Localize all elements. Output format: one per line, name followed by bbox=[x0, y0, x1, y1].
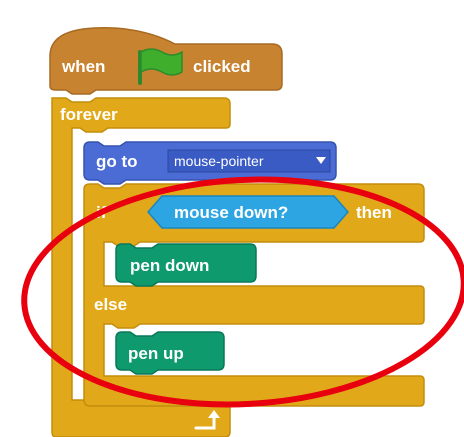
target-dropdown-value: mouse-pointer bbox=[174, 153, 264, 169]
forever-label: forever bbox=[60, 105, 118, 124]
target-dropdown[interactable]: mouse-pointer bbox=[167, 149, 331, 173]
scratch-script-area: when clicked forever go to mouse-pointer… bbox=[0, 0, 464, 437]
when-flag-clicked-block[interactable]: when clicked bbox=[49, 27, 283, 95]
pen-down-block[interactable]: pen down bbox=[115, 243, 257, 287]
mouse-down-condition[interactable]: mouse down? bbox=[147, 195, 349, 229]
when-label: when bbox=[61, 57, 105, 76]
scratch-script-canvas: when clicked forever go to mouse-pointer… bbox=[21, 27, 464, 437]
else-label: else bbox=[94, 295, 127, 314]
pen-up-block[interactable]: pen up bbox=[115, 331, 225, 375]
pen-up-label: pen up bbox=[128, 344, 184, 363]
go-to-block[interactable]: go to mouse-pointer bbox=[83, 141, 337, 185]
clicked-label: clicked bbox=[193, 57, 251, 76]
pen-down-label: pen down bbox=[130, 256, 209, 275]
go-to-label: go to bbox=[96, 152, 138, 171]
then-label: then bbox=[356, 203, 392, 222]
mouse-down-label: mouse down? bbox=[174, 203, 288, 222]
